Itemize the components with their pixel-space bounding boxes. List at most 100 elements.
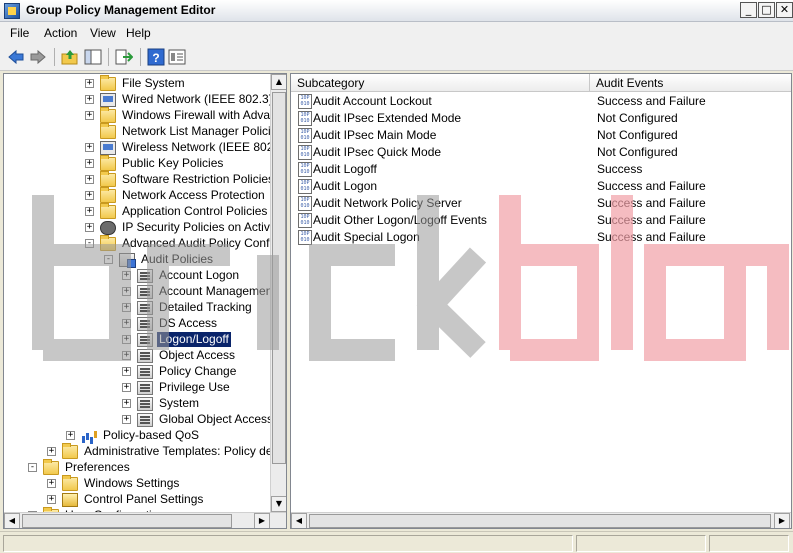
- tree-horizontal-scrollbar[interactable]: ◀ ▶: [4, 512, 286, 528]
- scroll-down-icon[interactable]: ▼: [271, 496, 286, 512]
- list-row[interactable]: 10P 010 Audit IPsec Quick Mode Not Configur…: [291, 144, 791, 161]
- expand-icon[interactable]: +: [85, 111, 94, 120]
- tree-node[interactable]: + Privilege Use: [4, 380, 274, 396]
- expand-icon[interactable]: +: [122, 271, 131, 280]
- tree-node[interactable]: + Policy-based QoS: [4, 428, 274, 444]
- tree-node[interactable]: - Preferences: [4, 459, 274, 476]
- expand-icon[interactable]: +: [85, 175, 94, 184]
- expand-icon[interactable]: +: [85, 143, 94, 152]
- tree-node[interactable]: + Application Control Policies: [4, 203, 274, 220]
- tree-node[interactable]: + Software Restriction Policies: [4, 171, 276, 188]
- tree-node-label[interactable]: Policy Change: [157, 364, 238, 379]
- forward-arrow-icon[interactable]: [29, 48, 47, 66]
- scroll-left-icon[interactable]: ◀: [291, 513, 307, 528]
- help-icon[interactable]: ?: [147, 48, 165, 66]
- menu-help[interactable]: Help: [126, 26, 151, 40]
- tree-node[interactable]: + Administrative Templates: Policy defini: [4, 443, 286, 460]
- collapse-icon[interactable]: -: [85, 239, 94, 248]
- scroll-right-icon[interactable]: ▶: [254, 513, 270, 528]
- tree-node-label[interactable]: Advanced Audit Policy Configu: [120, 236, 286, 251]
- properties-icon[interactable]: [168, 48, 186, 66]
- tree-node[interactable]: + Account Logon: [4, 268, 274, 284]
- console-tree[interactable]: + File System + Wired Network (IEEE 802.3) …: [3, 73, 287, 529]
- list-row[interactable]: 10P 010 Audit IPsec Main Mode Not Configure…: [291, 127, 791, 144]
- export-list-icon[interactable]: [115, 48, 133, 66]
- expand-icon[interactable]: +: [85, 223, 94, 232]
- expand-icon[interactable]: +: [122, 367, 131, 376]
- menu-file[interactable]: File: [10, 26, 29, 40]
- tree-node-label[interactable]: Account Management: [157, 284, 278, 299]
- column-header-subcategory[interactable]: Subcategory: [297, 76, 364, 90]
- tree-node[interactable]: - Audit Policies: [4, 252, 274, 268]
- tree-node-label[interactable]: Network Access Protection: [120, 188, 267, 203]
- expand-icon[interactable]: +: [85, 79, 94, 88]
- maximize-button[interactable]: □: [758, 2, 775, 18]
- tree-vertical-scrollbar[interactable]: ▲ ▼: [270, 74, 286, 512]
- up-folder-icon[interactable]: [61, 48, 79, 66]
- list-row[interactable]: 10P 010 Audit Logoff Success: [291, 161, 791, 178]
- tree-node-label[interactable]: Object Access: [157, 348, 237, 363]
- expand-icon[interactable]: +: [85, 159, 94, 168]
- tree-node-label[interactable]: IP Security Policies on Active D: [120, 220, 286, 235]
- scroll-up-icon[interactable]: ▲: [271, 74, 286, 90]
- tree-node-label[interactable]: Windows Firewall with Advanc: [120, 108, 285, 123]
- list-row[interactable]: 10P 010 Audit Account Lockout Success and F…: [291, 93, 791, 110]
- collapse-icon[interactable]: -: [104, 255, 113, 264]
- list-row[interactable]: 10P 010 Audit Other Logon/Logoff Events Suc…: [291, 212, 791, 229]
- menu-view[interactable]: View: [90, 26, 116, 40]
- minimize-button[interactable]: _: [740, 2, 757, 18]
- list-row[interactable]: 10P 010 Audit IPsec Extended Mode Not Confi…: [291, 110, 791, 127]
- expand-icon[interactable]: +: [66, 431, 75, 440]
- tree-node[interactable]: Network List Manager Policies: [4, 123, 283, 140]
- show-hide-tree-icon[interactable]: [84, 48, 102, 66]
- expand-icon[interactable]: +: [122, 383, 131, 392]
- tree-node-label[interactable]: Software Restriction Policies: [120, 172, 276, 187]
- list-row[interactable]: 10P 010 Audit Logon Success and Failure: [291, 178, 791, 195]
- tree-node[interactable]: + Public Key Policies: [4, 155, 274, 172]
- expand-icon[interactable]: +: [122, 351, 131, 360]
- collapse-icon[interactable]: -: [28, 463, 37, 472]
- list-horizontal-scrollbar[interactable]: ◀ ▶: [291, 512, 791, 528]
- scrollbar-thumb[interactable]: [22, 514, 232, 528]
- tree-node[interactable]: + Windows Settings: [4, 475, 274, 492]
- tree-node[interactable]: + DS Access: [4, 316, 274, 332]
- tree-node-label[interactable]: Global Object Access A: [157, 412, 286, 427]
- tree-node-label[interactable]: Preferences: [63, 460, 132, 475]
- expand-icon[interactable]: +: [85, 95, 94, 104]
- tree-node-label[interactable]: Wired Network (IEEE 802.3) Po: [120, 92, 286, 107]
- tree-node-label[interactable]: Audit Policies: [139, 252, 215, 267]
- tree-node[interactable]: + Logon/Logoff: [4, 332, 274, 348]
- tree-node-label[interactable]: Application Control Policies: [120, 204, 269, 219]
- details-list[interactable]: Subcategory Audit Events 10P 010 Audit Acc…: [290, 73, 792, 529]
- back-arrow-icon[interactable]: [7, 48, 25, 66]
- column-header-audit-events[interactable]: Audit Events: [596, 76, 663, 90]
- tree-node[interactable]: + Windows Firewall with Advanc: [4, 107, 283, 124]
- expand-icon[interactable]: +: [47, 495, 56, 504]
- tree-node[interactable]: + Account Management: [4, 284, 276, 300]
- tree-node-label[interactable]: Detailed Tracking: [157, 300, 254, 315]
- tree-node-label[interactable]: Control Panel Settings: [82, 492, 205, 507]
- expand-icon[interactable]: +: [122, 319, 131, 328]
- tree-node[interactable]: + Network Access Protection: [4, 187, 274, 204]
- expand-icon[interactable]: +: [122, 399, 131, 408]
- tree-node[interactable]: + Wired Network (IEEE 802.3) Po: [4, 92, 286, 108]
- tree-node-label[interactable]: Policy-based QoS: [101, 428, 201, 443]
- tree-node[interactable]: - Advanced Audit Policy Configu: [4, 235, 285, 252]
- tree-node[interactable]: + Object Access: [4, 348, 274, 364]
- scrollbar-thumb[interactable]: [272, 92, 286, 464]
- scroll-left-icon[interactable]: ◀: [4, 513, 20, 528]
- tree-node[interactable]: + System: [4, 396, 274, 412]
- tree-node-label[interactable]: Logon/Logoff: [157, 332, 231, 347]
- tree-node-label[interactable]: Administrative Templates: Policy defini: [82, 444, 286, 459]
- menu-action[interactable]: Action: [44, 26, 77, 40]
- tree-node-label[interactable]: Public Key Policies: [120, 156, 225, 171]
- expand-icon[interactable]: +: [47, 447, 56, 456]
- scroll-right-icon[interactable]: ▶: [774, 513, 790, 528]
- tree-node[interactable]: + File System: [4, 75, 274, 92]
- close-button[interactable]: ✕: [776, 2, 793, 18]
- tree-node[interactable]: + Control Panel Settings: [4, 492, 274, 508]
- expand-icon[interactable]: +: [47, 479, 56, 488]
- tree-node[interactable]: + Detailed Tracking: [4, 300, 274, 316]
- tree-node-label[interactable]: Privilege Use: [157, 380, 232, 395]
- tree-node[interactable]: + Policy Change: [4, 364, 274, 380]
